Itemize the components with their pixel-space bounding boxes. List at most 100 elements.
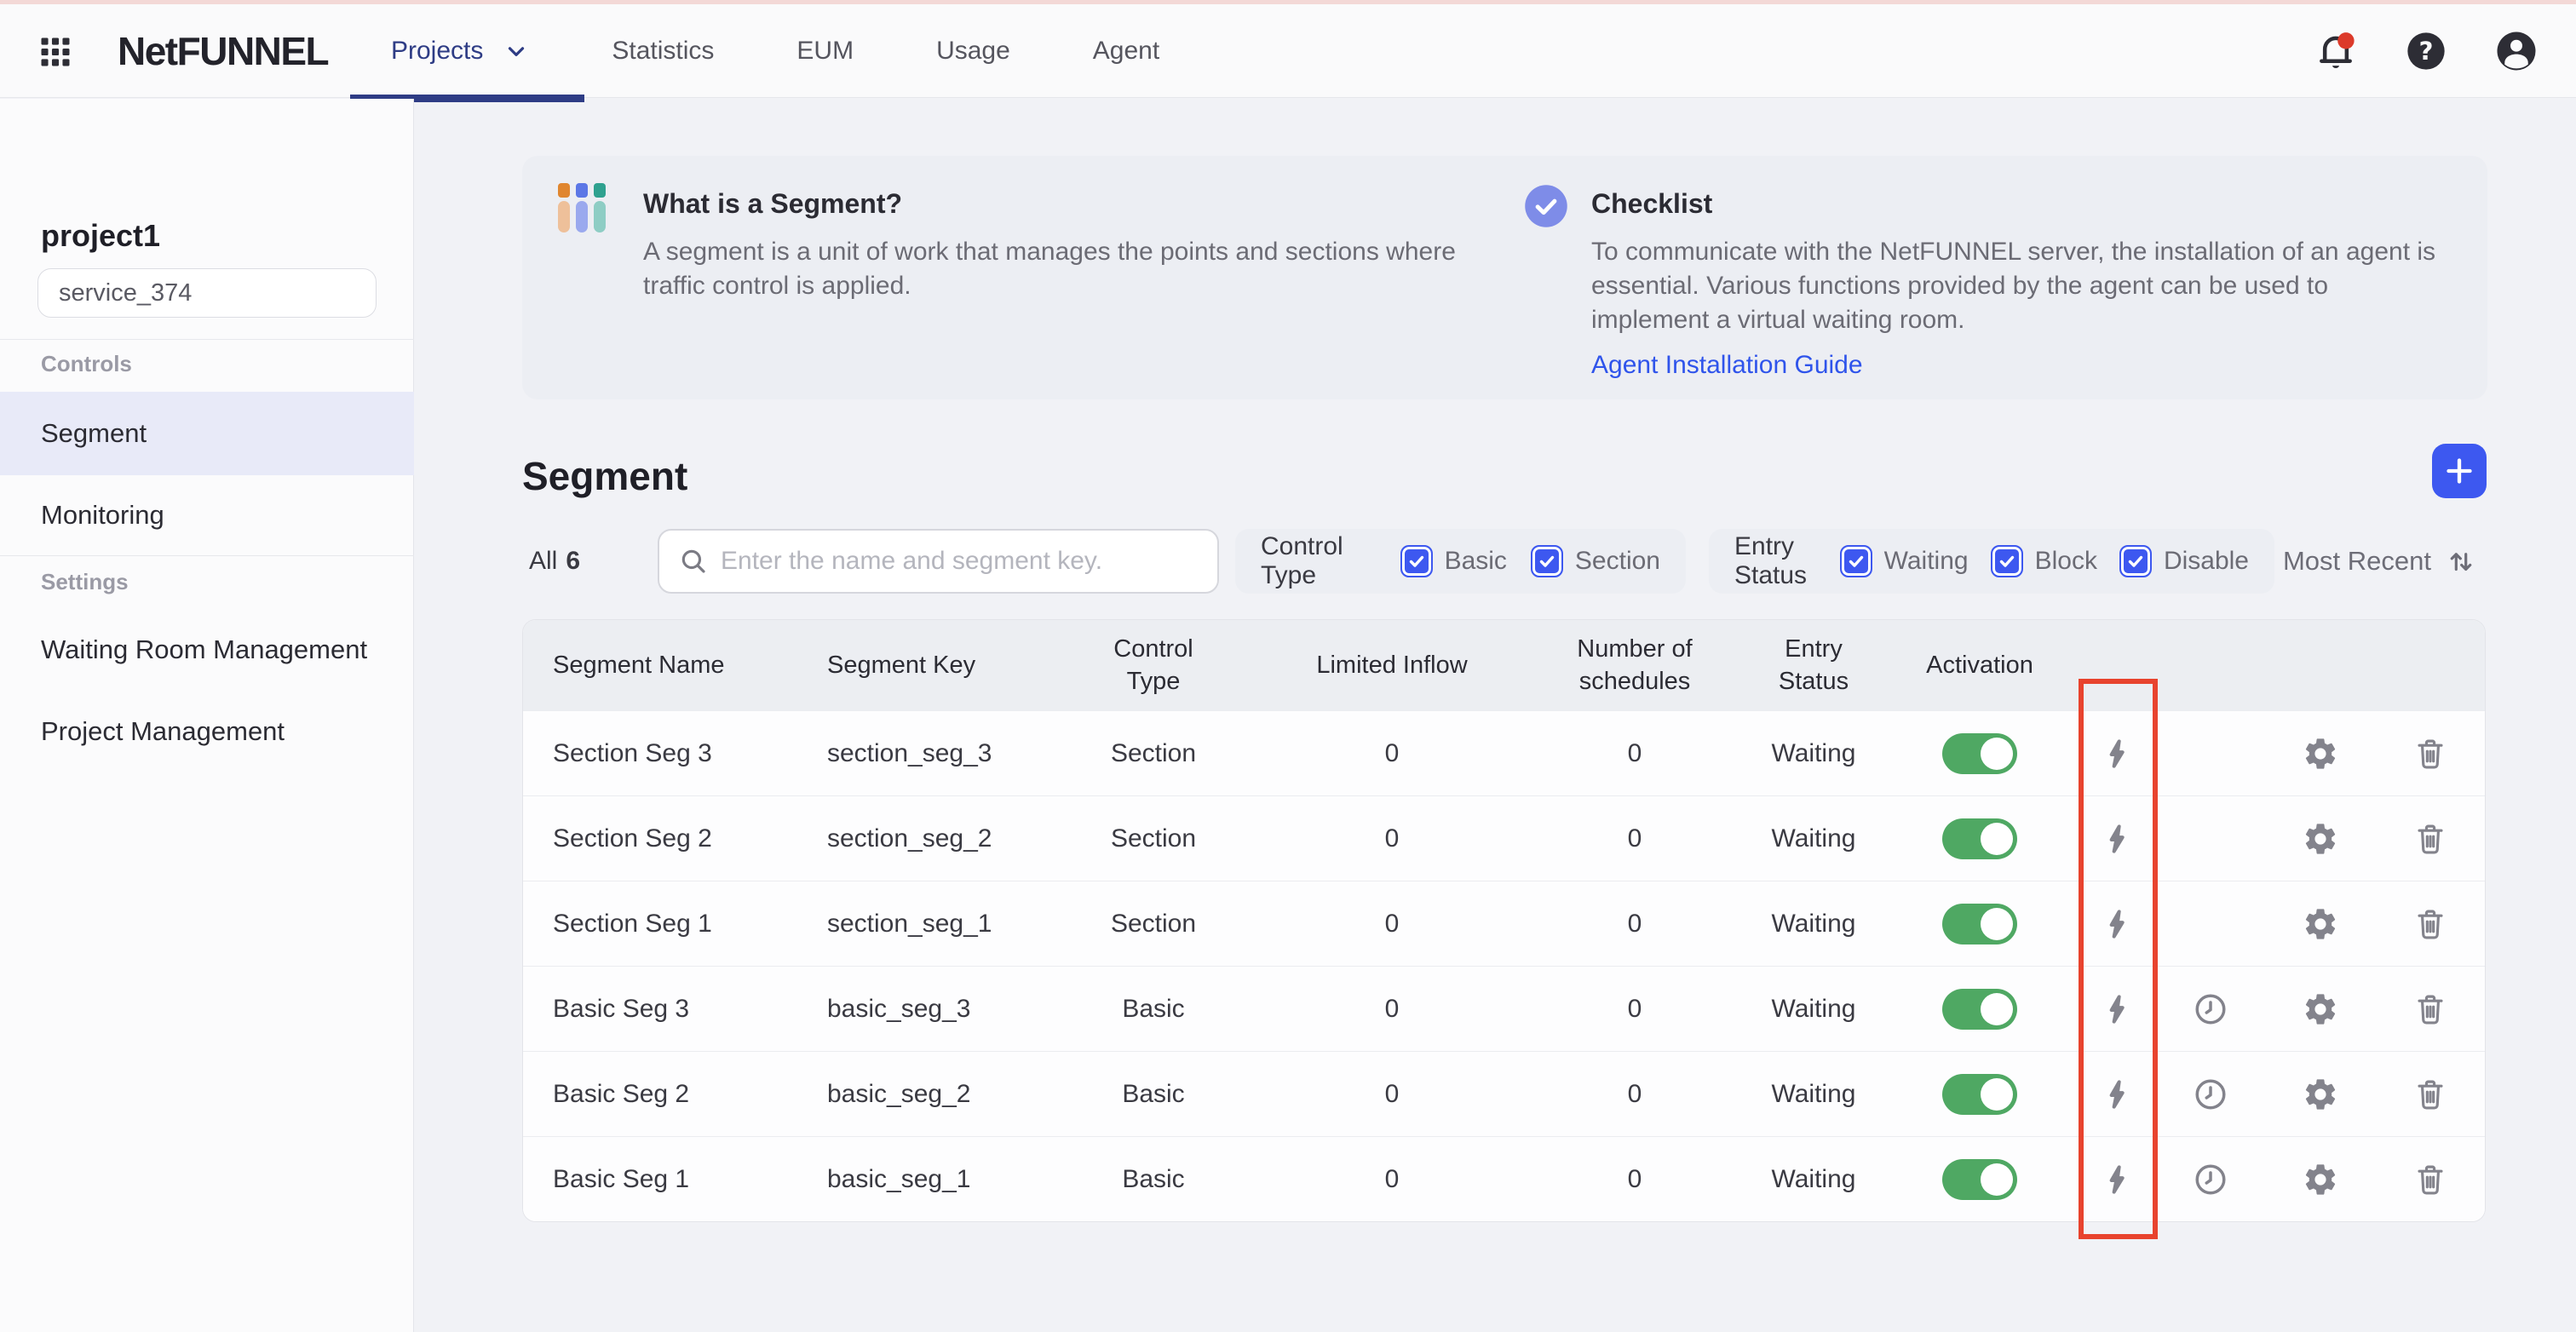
filter-toolbar: All 6 Control Type Basic Section Entry S…	[522, 529, 2487, 594]
delete-button[interactable]	[2412, 821, 2448, 857]
activation-toggle[interactable]	[1942, 1074, 2017, 1115]
disable-checkbox[interactable]	[2119, 545, 2152, 577]
schedules-cell: 0	[1524, 1078, 1745, 1111]
segment-count: 6	[566, 547, 580, 576]
quick-control-button[interactable]	[2100, 820, 2134, 858]
sidebar-divider	[0, 339, 414, 340]
gear-icon	[2302, 735, 2339, 772]
sort-selector[interactable]: Most Recent	[2283, 529, 2477, 594]
nav-tab-usage[interactable]: Usage	[936, 37, 1010, 66]
col-limited-inflow: Limited Inflow	[1260, 649, 1524, 681]
schedule-button[interactable]	[2192, 1161, 2229, 1198]
limited-inflow-cell: 0	[1260, 738, 1524, 770]
checkmark-icon	[1997, 551, 2017, 571]
notification-badge	[2337, 32, 2354, 49]
schedule-button[interactable]	[2192, 1076, 2229, 1113]
quick-control-button[interactable]	[2100, 1076, 2134, 1113]
header-actions: ?	[2312, 4, 2540, 98]
account-button[interactable]	[2493, 27, 2540, 75]
quick-control-button[interactable]	[2100, 735, 2134, 772]
filter-option-block: Block	[1991, 545, 2097, 577]
nav-tab-statistics[interactable]: Statistics	[612, 37, 714, 66]
search-input[interactable]	[721, 547, 1199, 576]
toggle-knob	[1981, 823, 2013, 855]
delete-button[interactable]	[2412, 1077, 2448, 1112]
sidebar-item-project-management[interactable]: Project Management	[0, 690, 414, 773]
entry-status-cell: Waiting	[1745, 823, 1882, 855]
delete-button[interactable]	[2412, 991, 2448, 1027]
plus-icon	[2442, 454, 2476, 488]
service-selector-value: service_374	[59, 279, 192, 307]
delete-button[interactable]	[2412, 906, 2448, 942]
activation-cell	[1882, 989, 2078, 1030]
controls-section-label: Controls	[41, 351, 132, 377]
settings-button[interactable]	[2302, 735, 2339, 772]
toggle-knob	[1981, 993, 2013, 1025]
block-checkbox[interactable]	[1991, 545, 2023, 577]
service-selector[interactable]: service_374	[37, 268, 377, 318]
nav-tab-eum[interactable]: EUM	[796, 37, 854, 66]
sidebar-item-monitoring[interactable]: Monitoring	[0, 474, 414, 557]
help-button[interactable]: ?	[2402, 27, 2450, 75]
activation-toggle[interactable]	[1942, 818, 2017, 859]
clock-icon	[2192, 990, 2229, 1028]
settings-button[interactable]	[2302, 905, 2339, 943]
settings-button[interactable]	[2302, 820, 2339, 858]
bolt-cell	[2078, 820, 2156, 858]
delete-button[interactable]	[2412, 1162, 2448, 1197]
add-segment-button[interactable]	[2432, 444, 2487, 498]
checkmark-icon	[1406, 551, 1427, 571]
agent-installation-guide-link[interactable]: Agent Installation Guide	[1591, 351, 1863, 380]
schedule-cell	[2156, 735, 2265, 772]
entry-status-filter: Entry Status Waiting Block Disable	[1709, 529, 2274, 594]
schedule-button[interactable]	[2192, 990, 2229, 1028]
settings-button[interactable]	[2302, 1161, 2339, 1198]
table-row: Section Seg 2 section_seg_2 Section 0 0 …	[523, 795, 2485, 881]
bolt-cell	[2078, 1076, 2156, 1113]
trash-icon	[2412, 821, 2448, 857]
quick-control-button[interactable]	[2100, 1161, 2134, 1198]
netfunnel-logo[interactable]: NetFUNNEL	[118, 28, 328, 74]
app-grid-icon[interactable]	[36, 32, 75, 72]
segment-name-cell: Basic Seg 1	[523, 1163, 817, 1196]
lightning-bolt-icon	[2100, 1076, 2134, 1113]
col-segment-name: Segment Name	[523, 649, 817, 681]
waiting-checkbox[interactable]	[1840, 545, 1872, 577]
sidebar-item-segment[interactable]: Segment	[0, 392, 414, 475]
gear-icon	[2302, 905, 2339, 943]
control-type-filter: Control Type Basic Section	[1235, 529, 1686, 594]
col-control-type: Control Type	[1047, 633, 1260, 698]
activation-toggle[interactable]	[1942, 989, 2017, 1030]
activation-toggle[interactable]	[1942, 904, 2017, 944]
sidebar-item-waiting-room-management[interactable]: Waiting Room Management	[0, 608, 414, 692]
settings-button[interactable]	[2302, 990, 2339, 1028]
limited-inflow-cell: 0	[1260, 1078, 1524, 1111]
notifications-button[interactable]	[2312, 27, 2360, 75]
basic-checkbox[interactable]	[1400, 545, 1433, 577]
checkmark-icon	[2125, 551, 2146, 571]
bolt-cell	[2078, 735, 2156, 772]
delete-cell	[2376, 1077, 2485, 1112]
schedule-cell	[2156, 820, 2265, 858]
trash-icon	[2412, 736, 2448, 772]
delete-button[interactable]	[2412, 736, 2448, 772]
control-type-cell: Basic	[1047, 1078, 1260, 1111]
settings-button[interactable]	[2302, 1076, 2339, 1113]
segment-key-cell: basic_seg_2	[817, 1078, 1047, 1111]
limited-inflow-cell: 0	[1260, 993, 1524, 1025]
quick-control-button[interactable]	[2100, 905, 2134, 943]
activation-cell	[1882, 904, 2078, 944]
activation-toggle[interactable]	[1942, 733, 2017, 774]
delete-cell	[2376, 736, 2485, 772]
table-row: Section Seg 1 section_seg_1 Section 0 0 …	[523, 881, 2485, 966]
section-checkbox[interactable]	[1531, 545, 1563, 577]
col-number-of-schedules: Number of schedules	[1524, 633, 1745, 698]
activation-toggle[interactable]	[1942, 1159, 2017, 1200]
page-title: Segment	[522, 453, 687, 499]
schedule-cell	[2156, 1076, 2265, 1113]
nav-tab-projects[interactable]: Projects	[391, 37, 529, 66]
activation-cell	[1882, 818, 2078, 859]
col-entry-status: Entry Status	[1745, 633, 1882, 698]
quick-control-button[interactable]	[2100, 990, 2134, 1028]
nav-tab-agent[interactable]: Agent	[1093, 37, 1159, 66]
